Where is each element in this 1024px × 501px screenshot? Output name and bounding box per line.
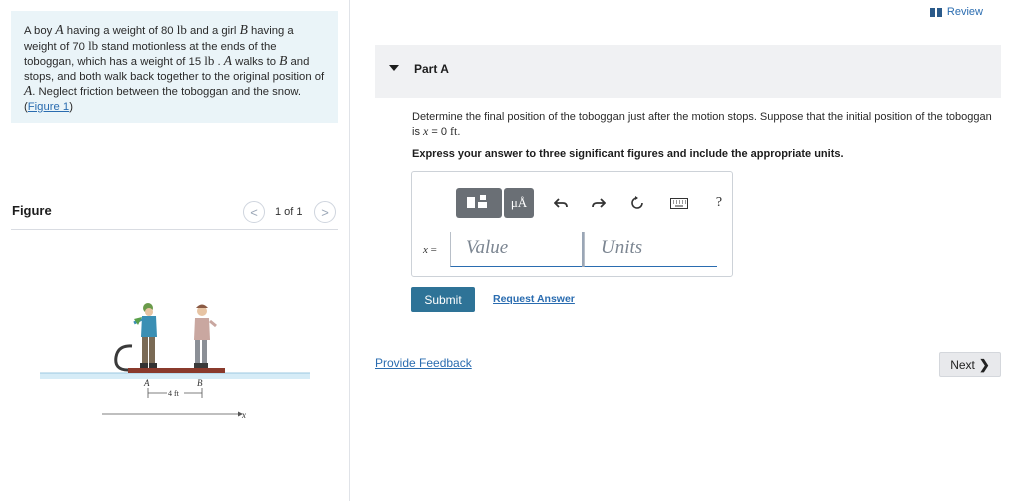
undo-icon [554,198,568,208]
figure-count: 1 of 1 [275,206,303,218]
unit-lb: lb [176,22,187,37]
reset-button[interactable] [622,188,652,218]
keyboard-button[interactable] [664,188,694,218]
submit-button[interactable]: Submit [411,287,475,312]
var-a: A [55,22,64,37]
chevron-right-icon: > [321,204,329,220]
book-icon [929,7,942,17]
next-figure-button[interactable]: > [314,201,336,223]
units-symbols-button[interactable]: μÅ [504,188,534,218]
reset-icon [631,196,643,209]
prev-figure-button[interactable]: < [243,201,265,223]
part-title: Part A [414,62,449,76]
redo-button[interactable] [584,188,614,218]
problem-text: walks to [232,56,280,69]
snow-surface [40,373,310,379]
units-input[interactable]: Units [584,232,717,267]
var-a: A [24,83,33,99]
unit-lb: lb [204,53,215,69]
answer-instructions: Express your answer to three significant… [412,148,844,160]
x-axis [102,411,243,417]
toboggan [114,344,225,373]
var-a: A [223,53,233,69]
problem-text: and a girl [186,25,240,37]
x-axis-label: x [241,410,246,420]
problem-text: having a weight of 80 [63,25,177,37]
figure-title: Figure [12,203,52,218]
caret-down-icon [389,65,399,71]
figure-header: Figure < 1 of 1 > [11,198,338,230]
question-sentence: . [457,126,461,138]
problem-text: A boy [24,25,56,37]
next-button[interactable]: Next ❯ [939,352,1001,377]
boy-a-figure [133,303,157,368]
question-sentence: Determine the final position of the tobo… [412,111,992,138]
provide-feedback-link[interactable]: Provide Feedback [375,356,472,370]
question-text: Determine the final position of the tobo… [412,110,1002,139]
value-input[interactable]: Value [450,232,583,267]
var-b: B [239,22,248,37]
request-answer-link[interactable]: Request Answer [493,293,575,305]
review-label: Review [946,6,983,18]
templates-icon [467,197,475,208]
equation-label: x = [423,244,437,256]
part-a-header[interactable]: Part A [375,45,1001,98]
math-toolbar: μÅ ? [456,188,734,218]
keyboard-icon [670,197,688,209]
chevron-left-icon: < [250,204,258,220]
figure-link[interactable]: Figure 1 [28,101,69,113]
problem-text: . [214,56,224,69]
templates-button[interactable] [456,188,502,218]
unit-lb: lb [88,37,99,53]
toboggan-figure: A B 4 ft x [40,303,310,420]
chevron-right-icon: ❯ [978,356,990,372]
help-button[interactable]: ? [704,188,734,218]
answer-box: μÅ ? x = Value Units [411,171,733,277]
label-a: A [143,378,150,388]
next-label: Next [950,357,975,372]
problem-statement: A boy A having a weight of 80 lb and a g… [11,11,338,123]
redo-icon [592,198,606,208]
problem-text: ) [69,100,73,113]
girl-b-figure [194,304,217,368]
label-b: B [197,378,203,388]
review-link[interactable]: Review [929,6,983,18]
undo-button[interactable] [546,188,576,218]
question-sentence: = 0 [428,126,451,138]
dimension-label: 4 ft [168,389,180,398]
problem-panel: A boy A having a weight of 80 lb and a g… [0,0,350,501]
